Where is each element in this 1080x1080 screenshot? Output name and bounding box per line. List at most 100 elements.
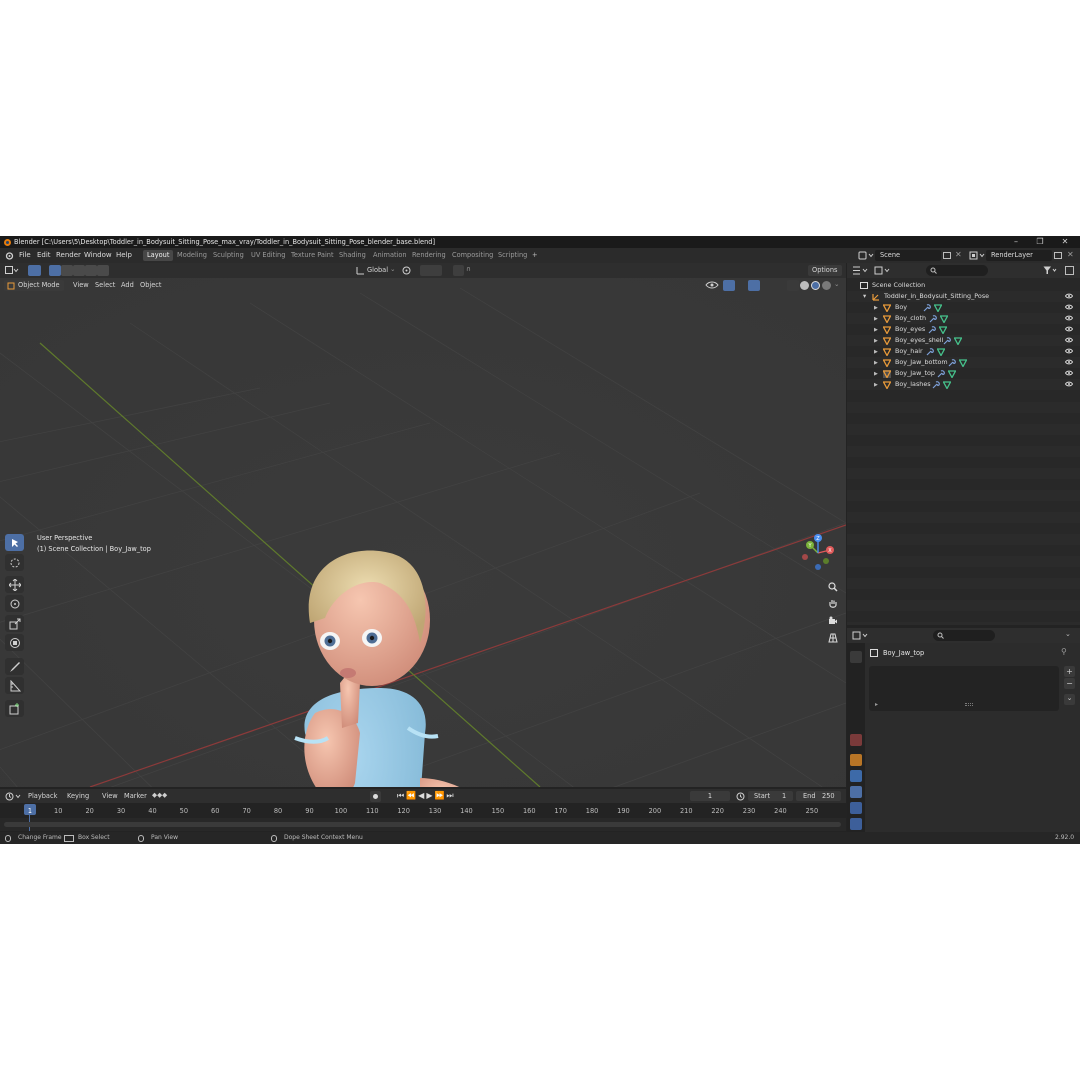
move-tool[interactable]	[5, 576, 24, 593]
solid-shading-button[interactable]	[800, 281, 809, 290]
list-resize-grip[interactable]	[965, 703, 973, 706]
new-view-layer-icon[interactable]	[1054, 252, 1062, 259]
outliner-editor-icon[interactable]	[852, 266, 868, 275]
visibility-eye-icon[interactable]	[1065, 348, 1073, 354]
mesh-data-triangle-icon[interactable]	[943, 381, 951, 389]
keyframe-type-icon[interactable]: ◆◆◆	[152, 791, 167, 799]
timeline-editor-icon[interactable]	[5, 792, 21, 801]
timeline-scrollbar[interactable]	[4, 822, 841, 827]
pin-icon[interactable]: ⚲	[1061, 647, 1067, 656]
tab-texture-paint[interactable]: Texture Paint	[287, 250, 338, 261]
select-box-mode-button[interactable]	[28, 265, 41, 276]
snap-toggle-button[interactable]	[420, 265, 442, 276]
timeline-menu-playback[interactable]: Playback	[28, 792, 57, 800]
viewport-menu-add[interactable]: Add	[121, 281, 134, 289]
mesh-data-triangle-icon[interactable]	[939, 326, 947, 334]
measure-tool[interactable]	[5, 677, 24, 694]
visibility-eye-icon[interactable]	[1065, 315, 1073, 321]
add-cube-tool[interactable]	[5, 700, 24, 717]
select-box-tool[interactable]	[5, 534, 24, 551]
tab-sculpting[interactable]: Sculpting	[209, 250, 248, 261]
outliner-row-scene-collection[interactable]: Scene Collection	[847, 280, 1080, 291]
close-button[interactable]: ✕	[1053, 236, 1077, 248]
editor-type-icon[interactable]	[5, 266, 19, 275]
viewport-menu-object[interactable]: Object	[140, 281, 161, 289]
new-collection-icon[interactable]	[1065, 266, 1074, 275]
tab-layout[interactable]: Layout	[143, 250, 174, 261]
maximize-button[interactable]: ❐	[1028, 236, 1052, 248]
orientation-dropdown[interactable]: Global	[367, 266, 388, 274]
slot-specials-button[interactable]: ⌄	[1064, 694, 1075, 705]
mesh-data-triangle-icon[interactable]	[934, 304, 942, 312]
filter-icon[interactable]	[1043, 266, 1057, 275]
pan-hand-icon[interactable]	[826, 597, 840, 611]
object-properties-tab-icon[interactable]	[850, 754, 862, 766]
remove-slot-button[interactable]: −	[1064, 678, 1075, 689]
visibility-eye-icon[interactable]	[1065, 359, 1073, 365]
3d-viewport[interactable]: Global ⌄ ∩ Options Object Mode View Sele…	[0, 263, 846, 787]
outliner-row-object[interactable]: ▶ Boy_eyes	[847, 324, 1080, 335]
tab-rendering[interactable]: Rendering	[408, 250, 450, 261]
modifier-wrench-icon[interactable]	[932, 381, 940, 389]
material-preview-button[interactable]	[811, 281, 820, 290]
delete-scene-icon[interactable]: ✕	[955, 250, 962, 259]
rendered-shading-button[interactable]	[822, 281, 831, 290]
menu-render[interactable]: Render	[56, 251, 81, 259]
camera-view-icon[interactable]	[826, 614, 840, 628]
timeline-menu-keying[interactable]: Keying	[67, 792, 89, 800]
pivot-point-icon[interactable]	[402, 266, 416, 275]
modifier-wrench-icon[interactable]	[948, 359, 956, 367]
viewport-menu-select[interactable]: Select	[95, 281, 115, 289]
modifier-wrench-icon[interactable]	[926, 348, 934, 356]
mode-invert-button[interactable]	[85, 265, 97, 276]
outliner-row-collection[interactable]: ▾ Toddler_in_Bodysuit_Sitting_Pose	[847, 291, 1080, 302]
timeline-menu-view[interactable]: View	[102, 792, 118, 800]
mesh-data-triangle-icon[interactable]	[948, 370, 956, 378]
mesh-data-triangle-icon[interactable]	[954, 337, 962, 345]
visibility-eye-icon[interactable]	[1065, 337, 1073, 343]
menu-edit[interactable]: Edit	[37, 251, 51, 259]
mode-extend-button[interactable]	[61, 265, 73, 276]
tab-animation[interactable]: Animation	[369, 250, 411, 261]
blender-menu-icon[interactable]	[4, 251, 14, 260]
expand-arrow-icon[interactable]: ▶	[874, 316, 878, 322]
minimize-button[interactable]: –	[1004, 236, 1028, 248]
add-slot-button[interactable]: +	[1064, 666, 1075, 677]
preview-range-clock-icon[interactable]	[736, 792, 745, 801]
tab-shading[interactable]: Shading	[335, 250, 370, 261]
viewport-menu-view[interactable]: View	[73, 281, 89, 289]
navigation-gizmo[interactable]: X Y Z	[796, 531, 842, 573]
mode-intersect-button[interactable]	[97, 265, 109, 276]
outliner-row-object[interactable]: ▶ Boy_hair	[847, 346, 1080, 357]
visibility-eye-icon[interactable]	[1065, 326, 1073, 332]
add-workspace-button[interactable]: +	[528, 250, 542, 261]
tab-scripting[interactable]: Scripting	[494, 250, 531, 261]
mode-subtract-button[interactable]	[73, 265, 85, 276]
menu-window[interactable]: Window	[84, 251, 112, 259]
expand-arrow-icon[interactable]: ▶	[874, 327, 878, 333]
scene-name-field[interactable]: Scene	[875, 250, 941, 261]
modifier-wrench-icon[interactable]	[923, 304, 931, 312]
modifier-wrench-icon[interactable]	[937, 370, 945, 378]
shading-options-icon[interactable]: ⌄	[834, 280, 840, 288]
timeline-menu-marker[interactable]: Marker	[124, 792, 147, 800]
world-properties-tab-icon[interactable]	[850, 734, 862, 746]
outliner-row-object[interactable]: ▶ Boy	[847, 302, 1080, 313]
tab-uv-editing[interactable]: UV Editing	[247, 250, 289, 261]
outliner-row-object[interactable]: ▶ Boy_cloth	[847, 313, 1080, 324]
annotate-tool[interactable]	[5, 658, 24, 675]
tab-compositing[interactable]: Compositing	[448, 250, 497, 261]
falloff-icon[interactable]: ∩	[466, 265, 471, 273]
expand-arrow-icon[interactable]: ▶	[874, 382, 878, 388]
perspective-toggle-icon[interactable]	[826, 631, 840, 645]
modifier-wrench-icon[interactable]	[928, 326, 936, 334]
output-properties-tab-icon[interactable]	[850, 686, 862, 698]
menu-file[interactable]: File	[19, 251, 31, 259]
expand-arrow-icon[interactable]: ▶	[874, 338, 878, 344]
list-expand-icon[interactable]: ▸	[875, 701, 878, 708]
render-properties-tab-icon[interactable]	[850, 670, 862, 682]
mode-new-button[interactable]	[49, 265, 61, 276]
proportional-edit-button[interactable]	[453, 265, 464, 276]
orientation-chevron-icon[interactable]: ⌄	[390, 265, 396, 273]
view-layer-field[interactable]: RenderLayer	[986, 250, 1052, 261]
